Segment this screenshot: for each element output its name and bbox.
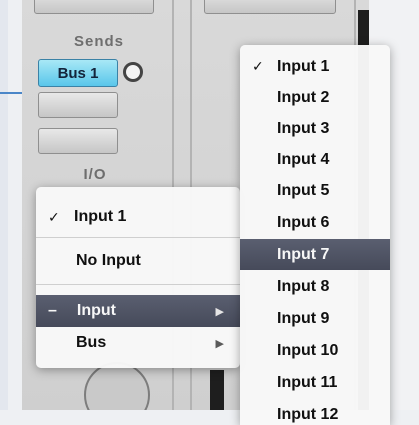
submenu-item-input-1[interactable]: ✓ Input 1	[240, 51, 390, 82]
submenu-item-label: Input 2	[277, 88, 330, 106]
submenu-item-label: Input 9	[277, 309, 330, 327]
submenu-item-input-12[interactable]: Input 12	[240, 399, 390, 425]
submenu-item-label: Input 6	[277, 213, 330, 231]
submenu-arrow-icon: ▶	[215, 305, 224, 318]
page-margin	[0, 0, 8, 410]
fader-track	[210, 370, 224, 410]
menu-item-bus-submenu[interactable]: Bus ▶	[36, 327, 240, 359]
menu-item-input-submenu[interactable]: – Input ▶	[36, 295, 240, 327]
submenu-item-input-3[interactable]: Input 3	[240, 113, 390, 144]
submenu-item-label: Input 1	[277, 57, 330, 75]
insert-slot-top-left[interactable]	[34, 0, 154, 14]
menu-item-prefix: –	[48, 302, 57, 319]
checkmark-icon: ✓	[252, 58, 264, 74]
send-slot-bus-1-button[interactable]: Bus 1	[38, 59, 118, 87]
submenu-item-label: Input 12	[277, 405, 339, 423]
menu-separator	[36, 237, 240, 238]
submenu-item-input-8[interactable]: Input 8	[240, 271, 390, 302]
submenu-item-label: Input 8	[277, 277, 330, 295]
submenu-item-input-4[interactable]: Input 4	[240, 144, 390, 175]
sends-label: Sends	[73, 33, 124, 50]
submenu-item-input-2[interactable]: Input 2	[240, 82, 390, 113]
menu-separator	[36, 284, 240, 285]
send-slot-2[interactable]	[38, 92, 118, 118]
submenu-item-label: Input 11	[277, 373, 338, 391]
menu-item-label: Input 1	[74, 208, 127, 225]
send-level-knob[interactable]	[123, 62, 143, 82]
menu-item-no-input[interactable]: No Input	[36, 245, 240, 277]
menu-item-label: No Input	[76, 252, 141, 269]
io-input-menu: ✓ Input 1 No Input – Input ▶ Bus ▶	[36, 187, 240, 368]
menu-item-label: Bus	[76, 334, 107, 351]
callout-line	[0, 92, 22, 94]
submenu-arrow-icon: ▶	[215, 337, 224, 350]
menu-item-label: Input	[76, 302, 116, 319]
checkmark-icon: ✓	[48, 208, 60, 225]
submenu-item-input-6[interactable]: Input 6	[240, 207, 390, 238]
submenu-item-label: Input 3	[277, 119, 330, 137]
submenu-item-label: Input 5	[277, 181, 330, 199]
submenu-item-input-9[interactable]: Input 9	[240, 303, 390, 334]
submenu-item-input-11[interactable]: Input 11	[240, 367, 390, 398]
menu-item-input-1[interactable]: ✓ Input 1	[36, 201, 240, 233]
input-submenu: ✓ Input 1 Input 2 Input 3 Input 4 Input …	[240, 45, 390, 425]
submenu-item-label: Input 10	[277, 341, 339, 359]
submenu-item-input-7[interactable]: Input 7	[240, 239, 390, 270]
submenu-item-input-5[interactable]: Input 5	[240, 175, 390, 206]
io-label: I/O	[83, 166, 107, 183]
submenu-item-label: Input 4	[277, 150, 330, 168]
insert-slot-top-right[interactable]	[204, 0, 336, 14]
submenu-item-label: Input 7	[277, 245, 330, 263]
submenu-item-input-10[interactable]: Input 10	[240, 335, 390, 366]
send-slot-3[interactable]	[38, 128, 118, 154]
pan-knob[interactable]	[84, 362, 150, 410]
